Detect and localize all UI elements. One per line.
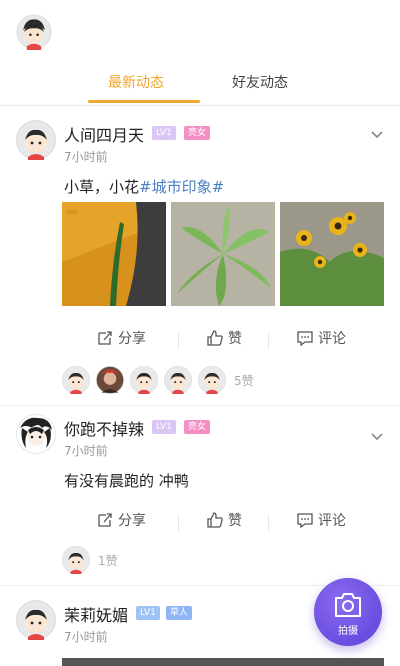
role-badge: 亮女 — [184, 420, 211, 434]
role-badge: 草人 — [166, 606, 193, 620]
tab-friends[interactable]: 好友动态 — [232, 72, 288, 92]
comment-label: 评论 — [318, 331, 346, 347]
feed-tabs: 最新动态 好友动态 — [0, 60, 400, 106]
photo-grid — [62, 202, 384, 306]
photo[interactable] — [171, 202, 275, 306]
post-card: 你跑不掉辣 LV1 亮女 7小时前 有没有晨跑的 冲鸭 分享 赞 评论 1赞 — [0, 410, 400, 586]
divider — [268, 514, 269, 532]
like-label: 赞 — [228, 331, 242, 347]
active-tab-indicator — [88, 100, 200, 103]
camera-icon — [335, 593, 361, 617]
chevron-down-icon[interactable] — [370, 128, 384, 142]
liker-avatar[interactable] — [62, 366, 90, 394]
photo[interactable] — [280, 202, 384, 306]
liker-avatar[interactable] — [96, 366, 124, 394]
post-time: 7小时前 — [64, 630, 108, 644]
liker-avatar[interactable] — [62, 546, 90, 574]
photo[interactable] — [62, 658, 384, 666]
thumbs-up-icon — [207, 512, 223, 528]
divider — [178, 332, 179, 350]
share-label: 分享 — [118, 331, 146, 347]
liker-avatar[interactable] — [164, 366, 192, 394]
thumbs-up-icon — [207, 330, 223, 346]
chevron-down-icon[interactable] — [370, 430, 384, 444]
author-name[interactable]: 茉莉妩媚 — [64, 602, 128, 626]
share-label: 分享 — [118, 513, 146, 529]
divider — [178, 514, 179, 532]
post-text-body: 小草，小花 — [64, 178, 140, 196]
like-button[interactable]: 赞 — [206, 328, 242, 348]
topic-tag[interactable]: #城市印象# — [139, 178, 224, 196]
like-label: 赞 — [228, 513, 242, 529]
comment-icon — [297, 331, 313, 347]
like-count: 5赞 — [234, 374, 254, 388]
user-avatar[interactable] — [16, 14, 52, 50]
like-count: 1赞 — [98, 554, 118, 568]
share-icon — [98, 513, 112, 527]
level-badge: LV1 — [152, 126, 176, 140]
post-actions: 分享 赞 评论 — [0, 508, 400, 536]
author-name[interactable]: 人间四月天 — [64, 122, 144, 146]
level-badge: LV1 — [136, 606, 160, 620]
level-badge: LV1 — [152, 420, 176, 434]
liker-avatar[interactable] — [130, 366, 158, 394]
avatar[interactable] — [16, 414, 56, 454]
share-icon — [98, 331, 112, 345]
like-button[interactable]: 赞 — [206, 510, 242, 530]
photo[interactable] — [62, 202, 166, 306]
author-name[interactable]: 你跑不掉辣 — [64, 416, 144, 440]
top-bar — [0, 0, 400, 60]
comment-label: 评论 — [318, 513, 346, 529]
share-button[interactable]: 分享 — [96, 328, 146, 348]
capture-label: 拍摄 — [338, 626, 358, 637]
post-text: 小草，小花#城市印象# — [64, 176, 224, 197]
post-actions: 分享 赞 评论 — [0, 326, 400, 354]
tab-latest[interactable]: 最新动态 — [108, 72, 164, 92]
post-text: 有没有晨跑的 冲鸭 — [64, 472, 189, 490]
comment-button[interactable]: 评论 — [296, 510, 346, 530]
comment-icon — [297, 513, 313, 529]
avatar[interactable] — [16, 600, 56, 640]
post-card: 人间四月天 LV1 亮女 7小时前 小草，小花#城市印象# 分享 赞 评论 5赞 — [0, 116, 400, 406]
comment-button[interactable]: 评论 — [296, 328, 346, 348]
share-button[interactable]: 分享 — [96, 510, 146, 530]
role-badge: 亮女 — [184, 126, 211, 140]
post-time: 7小时前 — [64, 444, 108, 458]
divider — [268, 332, 269, 350]
avatar[interactable] — [16, 120, 56, 160]
liker-avatar[interactable] — [198, 366, 226, 394]
post-time: 7小时前 — [64, 150, 108, 164]
capture-button[interactable]: 拍摄 — [314, 578, 382, 646]
